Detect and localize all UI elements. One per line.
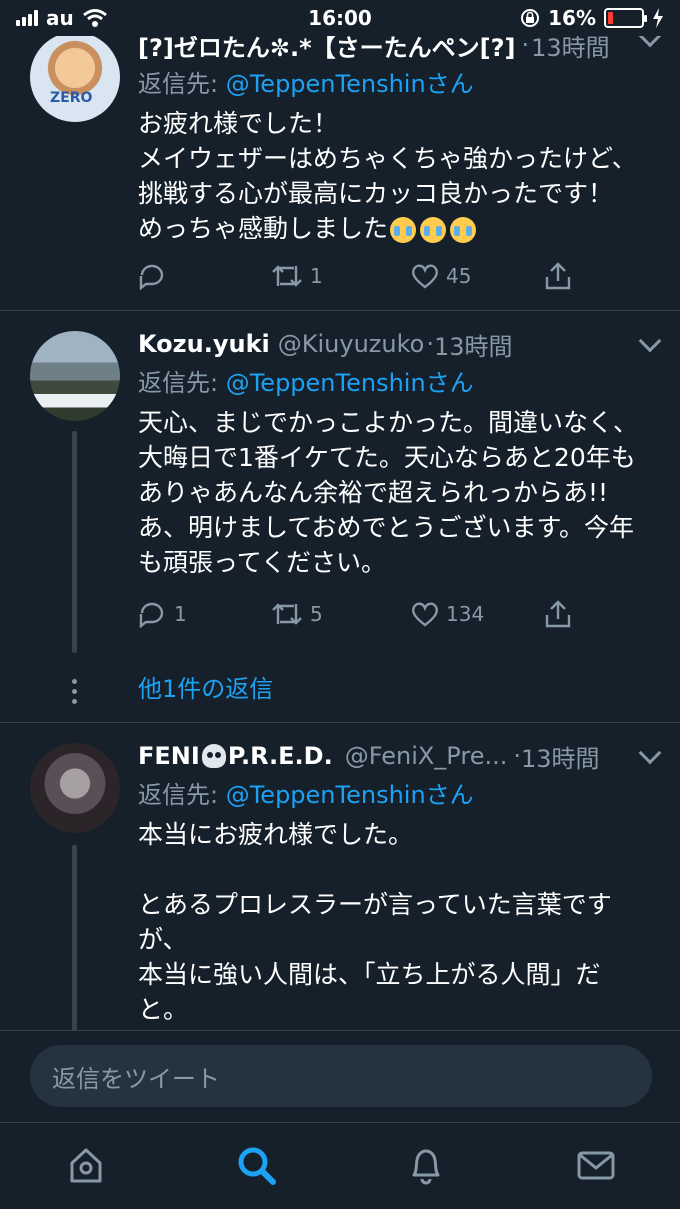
bottom-tab-bar bbox=[0, 1122, 680, 1209]
reply-to-suffix: さん bbox=[425, 369, 474, 397]
avatar[interactable]: ZERO bbox=[30, 36, 120, 122]
status-bar: au 16:00 16% bbox=[0, 0, 680, 36]
charging-bolt-icon bbox=[653, 8, 663, 28]
tweet-body: 本当にお疲れ様でした。 とあるプロレスラーが言っていた言葉です が、 本当に強い… bbox=[138, 820, 612, 1024]
reply-tweet[interactable]: Kozu.yuki @Kiuyuzuko · 13時間 返信先: @Teppen… bbox=[0, 311, 680, 723]
reply-count: 1 bbox=[174, 602, 187, 626]
crying-face-emoji-icon bbox=[450, 217, 477, 243]
more-replies-dots-icon bbox=[72, 679, 78, 704]
display-name-part-1[interactable]: FENI bbox=[138, 742, 200, 770]
like-count: 45 bbox=[446, 264, 472, 288]
reply-to-mention[interactable]: @TeppenTenshin bbox=[226, 781, 426, 809]
share-icon bbox=[545, 262, 571, 290]
reply-to-prefix: 返信先: bbox=[138, 369, 226, 397]
reply-button[interactable]: 1 bbox=[138, 600, 187, 628]
battery-percent: 16% bbox=[548, 6, 596, 30]
retweet-count: 5 bbox=[310, 602, 323, 626]
tweet-body: お疲れ様でした！ メイウェザーはめちゃくちゃ強かったけど、 挑戦する心が最高にカ… bbox=[138, 106, 658, 246]
reply-to-line: 返信先: @TeppenTenshinさん bbox=[138, 64, 658, 98]
reply-to-mention[interactable]: @TeppenTenshin bbox=[226, 70, 426, 98]
tab-notifications[interactable] bbox=[404, 1143, 448, 1187]
carrier-label: au bbox=[46, 6, 74, 30]
battery-level-fill bbox=[608, 12, 614, 24]
retweet-button[interactable]: 1 bbox=[270, 262, 323, 290]
share-button[interactable] bbox=[544, 261, 572, 291]
timestamp[interactable]: 13時間 bbox=[434, 327, 513, 362]
reply-input[interactable]: 返信をツイート bbox=[30, 1045, 652, 1107]
reply-button[interactable] bbox=[138, 262, 174, 290]
reply-to-prefix: 返信先: bbox=[138, 781, 226, 809]
like-button[interactable]: 45 bbox=[410, 262, 471, 290]
display-name-part-2[interactable]: P.R.E.D. bbox=[228, 742, 333, 770]
thread-line bbox=[72, 845, 77, 1030]
avatar[interactable] bbox=[30, 743, 120, 833]
share-button[interactable] bbox=[544, 599, 572, 629]
retweet-count: 1 bbox=[310, 264, 323, 288]
reply-icon bbox=[139, 264, 164, 290]
share-icon bbox=[545, 600, 571, 628]
show-more-replies-link[interactable]: 他1件の返信 bbox=[138, 669, 273, 704]
separator: · bbox=[426, 330, 434, 358]
reply-to-line: 返信先: @TeppenTenshinさん bbox=[138, 363, 658, 397]
like-count: 134 bbox=[446, 602, 485, 626]
messages-icon bbox=[577, 1151, 615, 1180]
cellular-signal-icon bbox=[16, 10, 38, 26]
tweet-body: 天心、まじでかっこよかった。間違いなく、 大晦日で1番イケてた。天心ならあと20… bbox=[138, 408, 639, 577]
reply-tweet[interactable]: ZERO [?]ゼロたん✼.*【さーたんペン[?] · 13時間 返信先: @T… bbox=[0, 36, 680, 311]
handle[interactable]: @Kiuyuzuko bbox=[278, 330, 425, 358]
reply-tweet[interactable]: FENI P.R.E.D. @FeniX_Pre... · 13時間 返信先: @… bbox=[0, 723, 680, 1030]
avatar-badge: ZERO bbox=[50, 90, 93, 106]
handle[interactable]: @FeniX_Pre... bbox=[345, 742, 508, 770]
notifications-icon bbox=[412, 1149, 440, 1185]
home-icon bbox=[70, 1148, 102, 1183]
timestamp[interactable]: 13時間 bbox=[521, 739, 600, 774]
reply-to-prefix: 返信先: bbox=[138, 70, 226, 98]
retweet-icon bbox=[272, 265, 302, 287]
tweet-body-text: お疲れ様でした！ メイウェザーはめちゃくちゃ強かったけど、 挑戦する心が最高にカ… bbox=[138, 109, 637, 243]
thread-line bbox=[72, 431, 77, 653]
skull-crossbones-emoji-icon bbox=[201, 744, 226, 768]
reply-to-line: 返信先: @TeppenTenshinさん bbox=[138, 775, 658, 809]
retweet-button[interactable]: 5 bbox=[270, 600, 323, 628]
timestamp[interactable]: 13時間 bbox=[531, 36, 610, 63]
reply-icon bbox=[139, 602, 164, 628]
reply-to-suffix: さん bbox=[425, 70, 474, 98]
reply-to-suffix: さん bbox=[425, 781, 474, 809]
rotation-lock-icon bbox=[521, 9, 540, 27]
retweet-icon bbox=[272, 603, 302, 625]
display-name[interactable]: [?]ゼロたん✼.*【さーたんペン[?] bbox=[138, 36, 516, 63]
separator: · bbox=[513, 742, 521, 770]
tab-messages[interactable] bbox=[574, 1143, 618, 1187]
wifi-icon bbox=[82, 9, 107, 27]
avatar[interactable] bbox=[30, 331, 120, 421]
tweet-header: Kozu.yuki @Kiuyuzuko · 13時間 bbox=[138, 327, 658, 361]
heart-icon bbox=[411, 602, 439, 627]
tweet-header: [?]ゼロたん✼.*【さーたんペン[?] · 13時間 bbox=[138, 36, 658, 62]
search-icon bbox=[238, 1147, 276, 1185]
reply-to-mention[interactable]: @TeppenTenshin bbox=[226, 369, 426, 397]
tweet-header: FENI P.R.E.D. @FeniX_Pre... · 13時間 bbox=[138, 739, 658, 773]
tab-home[interactable] bbox=[64, 1143, 108, 1187]
heart-icon bbox=[411, 264, 439, 289]
crying-face-emoji-icon bbox=[420, 217, 447, 243]
like-button[interactable]: 134 bbox=[410, 600, 484, 628]
tab-search[interactable] bbox=[234, 1143, 278, 1187]
separator: · bbox=[521, 36, 530, 59]
display-name[interactable]: Kozu.yuki bbox=[138, 330, 270, 358]
reply-feed[interactable]: ZERO [?]ゼロたん✼.*【さーたんペン[?] · 13時間 返信先: @T… bbox=[0, 36, 680, 1030]
crying-face-emoji-icon bbox=[390, 217, 417, 243]
battery-icon bbox=[604, 8, 647, 28]
reply-composer-bar: 返信をツイート bbox=[0, 1030, 680, 1122]
